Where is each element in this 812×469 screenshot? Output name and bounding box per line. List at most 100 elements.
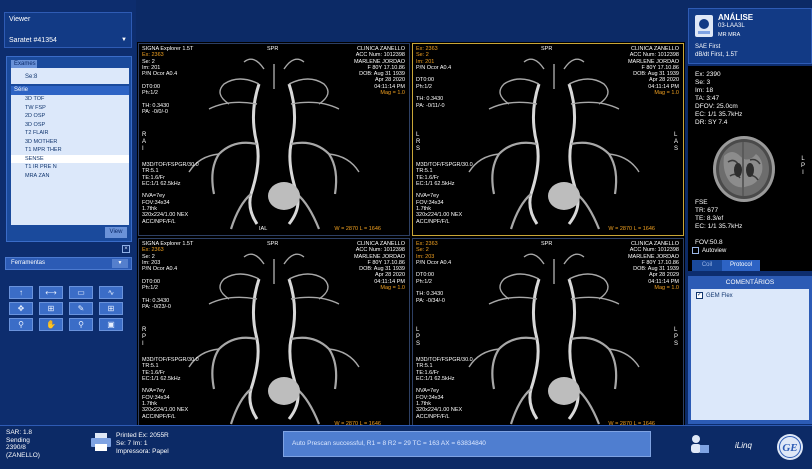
hand-pan-icon[interactable]: ✋ (39, 318, 63, 331)
printer-icon[interactable] (90, 432, 112, 452)
orientation-right: LPS (674, 327, 678, 348)
series-item[interactable]: T1 IR PRE N (11, 163, 129, 172)
series-item[interactable]: SENSE (11, 154, 129, 163)
vessel (208, 101, 258, 110)
vessel (288, 78, 329, 105)
info-line: DFOV: 25.0cm (695, 103, 738, 110)
status-bar: SAR: 1.8 Sending 2390/8 (ZANELLO) Printe… (0, 425, 812, 469)
series-item[interactable]: MRA ZAN (11, 172, 129, 181)
window-level: W = 2870 L = 1646 (608, 226, 655, 232)
orientation-left: LPS (416, 327, 420, 348)
annotation-line: PA: -0/11/-0 (416, 102, 445, 109)
vessel (208, 296, 258, 305)
image-viewport[interactable]: SIGNA Explorer 1.5T Ex: 2363 Se: 2 Im: 201 P… (138, 43, 410, 236)
print-line: Printed Ex: 2055R (116, 432, 169, 439)
image-viewport[interactable]: Ex: 2363 Se: 2 Im: 203 P/N Ocor A0.4 DT0:00… (412, 238, 684, 431)
series-item[interactable]: 3D TOF (11, 95, 129, 104)
annotation-line: MARLENE JORDAO (353, 253, 405, 260)
vessel (229, 388, 252, 425)
vessel (296, 193, 321, 230)
comments-title: COMENTÁRIOS (725, 279, 775, 286)
patient-icon[interactable] (688, 433, 710, 455)
measure-icon[interactable]: ⟷ (39, 286, 63, 299)
series-item[interactable]: TW FSP (11, 104, 129, 113)
annotation-line: Mag = 1.0 (380, 90, 405, 97)
image-viewport[interactable]: Ex: 2363 Se: 2 Im: 201 P/N Ocor A0.4 DT0:00… (412, 43, 684, 236)
check-icon[interactable]: ✓ (696, 292, 703, 299)
arrow-up-icon[interactable]: ↑ (9, 286, 33, 299)
sae-line: SAE First (695, 44, 721, 50)
close-icon[interactable]: × (122, 245, 130, 253)
vessel (528, 278, 541, 420)
layout-grid-icon[interactable]: ⊞ (39, 302, 63, 315)
vessel (568, 78, 609, 105)
vessel (248, 278, 261, 420)
annotation-top-center: SPR (267, 46, 279, 52)
info-line: TE: 8.3/ef (695, 215, 724, 222)
zoom-icon[interactable]: ⚲ (69, 318, 93, 331)
annotation-top-left: SIGNA Explorer 1.5T Ex: 2363 Se: 2 Im: 203 P… (142, 241, 193, 310)
series-item[interactable]: 2D OSP (11, 112, 129, 121)
rectangle-roi-icon[interactable]: ▭ (69, 286, 93, 299)
comment-item[interactable]: ✓ GEM Flex (696, 292, 733, 299)
status-line: (ZANELLO) (6, 451, 40, 459)
magnifier-icon[interactable]: ⚲ (9, 318, 33, 331)
tab-exams[interactable]: Exames (11, 60, 37, 68)
window-level: W = 2870 L = 1646 (334, 226, 381, 232)
brain-localizer-image (713, 136, 775, 202)
right-panel: ANÁLISE 03-LAA3L MR MRA SAE First dB/dt … (688, 8, 812, 425)
annotation-line: MARLENE JORDAO (627, 253, 679, 260)
chevron-down-icon[interactable]: ▼ (121, 37, 127, 43)
orientation-letter: L (673, 327, 678, 333)
vessel (491, 336, 538, 390)
move-icon[interactable]: ✥ (9, 302, 33, 315)
vessel (488, 101, 538, 110)
series-list: 3D TOF TW FSP 2D OSP 3D OSP T2 FLAIR 3D MOTHE… (11, 95, 129, 225)
status-line: SAR: 1.8 (6, 429, 33, 436)
annotation-line: PA: -0/23/-0 (142, 303, 171, 310)
layout-4-icon[interactable]: ⊞ (99, 302, 123, 315)
info-line: FSE (695, 199, 708, 206)
series-item[interactable]: T2 FLAIR (11, 129, 129, 138)
autoview-checkbox[interactable] (692, 247, 699, 254)
annotation-line: ACC Num: 1012398 (629, 247, 679, 254)
info-line: DR: SY 7.4 (695, 119, 728, 126)
series-item[interactable]: T1 MPR THER (11, 146, 129, 155)
viewer-selected-value[interactable]: Saratet #41354 (9, 37, 57, 44)
annotation-bottom-left: M3D/TOF/FSPGR/30.0 TR:5.1 TE:1.6/Fr EC:1/1 … (142, 162, 199, 225)
info-line (695, 231, 742, 239)
tools-dropdown[interactable]: Ferramentas ▼ (5, 257, 132, 270)
chevron-down-icon[interactable]: ▼ (112, 259, 128, 268)
annotation-line: Mag = 1.0 (654, 285, 679, 292)
annotation-top-right: CLINICA ZANELLO ACC Num: 1012398 MARLENE J… (628, 46, 679, 96)
exam-code: 03-LAA3L (718, 23, 745, 29)
brush-icon[interactable]: ✎ (69, 302, 93, 315)
viewer-selector[interactable]: Viewer Saratet #41354 ▼ (4, 12, 132, 48)
sae-info: SAE First dB/dt First, 1.5T (695, 44, 738, 59)
view-button[interactable]: View (105, 227, 127, 238)
annotation-line: ACC Num: 1012398 (629, 52, 679, 59)
left-panel: Viewer Saratet #41354 ▼ Exames Se:8 Séri… (0, 0, 136, 425)
annotation-bottom-left: M3D/TOF/FSPGR/30.0 TR:5.1 TE:1.6/Fr EC:1/1 … (416, 357, 473, 420)
series-item[interactable]: 3D MOTHER (11, 138, 129, 147)
orientation-letter: I (802, 170, 804, 176)
tab-protocol[interactable]: Protocol (722, 260, 760, 271)
localizer-panel[interactable]: Ex: 2390 Se: 3 Im: 18 TA: 3:47 DFOV: 25.0cm E… (688, 66, 812, 271)
image-viewport[interactable]: SIGNA Explorer 1.5T Ex: 2363 Se: 2 Im: 203 P… (138, 238, 410, 431)
vessel (290, 336, 338, 390)
vessel (523, 58, 545, 70)
vessel (570, 141, 618, 195)
series-header: Série (11, 86, 129, 95)
vessel (568, 273, 609, 300)
autoview-toggle[interactable]: Autoview (692, 247, 726, 254)
curve-icon[interactable]: ∿ (99, 286, 123, 299)
exam-list: Se:8 (11, 68, 129, 84)
orientation-letter: I (142, 146, 144, 152)
save-icon[interactable]: ▣ (99, 318, 123, 331)
vessel (229, 193, 252, 230)
exam-item[interactable]: Se:8 (25, 74, 37, 80)
tab-coil[interactable]: Coil (692, 260, 722, 271)
orientation-letter: L (673, 132, 678, 138)
ilinq-button[interactable]: iLinq (735, 441, 752, 450)
series-item[interactable]: 3D OSP (11, 121, 129, 130)
